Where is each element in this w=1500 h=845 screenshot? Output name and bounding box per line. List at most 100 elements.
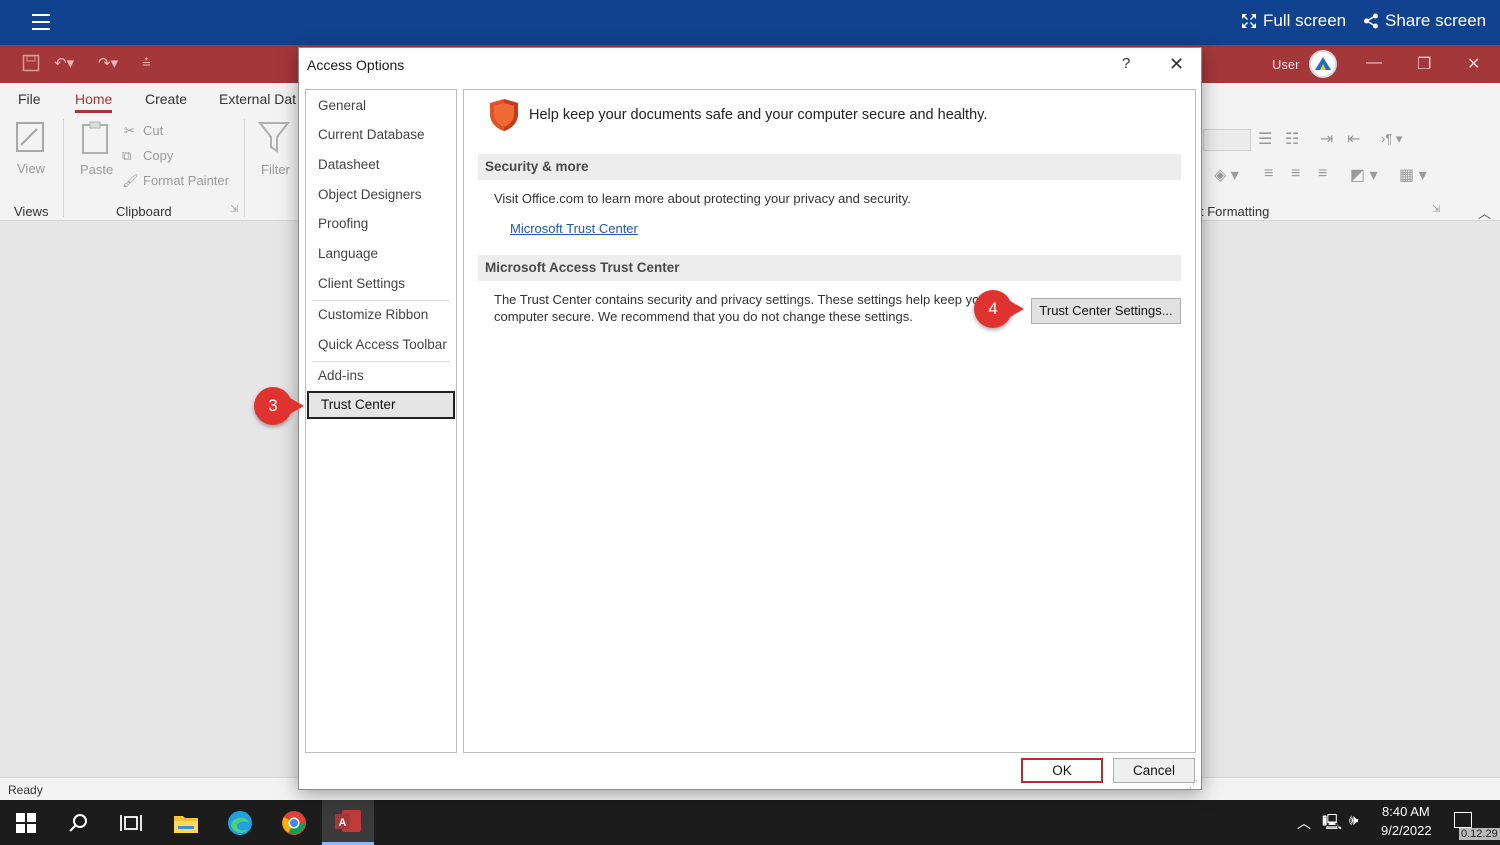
paste-icon bbox=[82, 121, 108, 154]
dialog-title: Access Options bbox=[307, 57, 405, 73]
bullets-icon[interactable]: ☰ bbox=[1258, 129, 1272, 149]
access-options-dialog: Access Options ? ✕ General Current Datab… bbox=[298, 47, 1202, 790]
chrome-icon bbox=[282, 810, 306, 835]
user-name: User bbox=[1272, 57, 1300, 72]
undo-icon[interactable]: ↶▾ bbox=[54, 54, 74, 72]
trust-center-panel: Help keep your documents safe and your c… bbox=[463, 89, 1196, 753]
dialog-launcher-icon[interactable]: ⇲ bbox=[1432, 204, 1440, 215]
edge-button[interactable] bbox=[214, 800, 266, 845]
svg-text:A: A bbox=[339, 817, 347, 829]
paste-label: Paste bbox=[80, 162, 114, 177]
start-button[interactable] bbox=[0, 800, 52, 845]
task-view-button[interactable] bbox=[105, 800, 157, 845]
window-close-icon[interactable]: ✕ bbox=[1467, 54, 1480, 74]
windows-icon bbox=[16, 812, 36, 833]
decrease-indent-icon[interactable]: ⇤ bbox=[1347, 129, 1360, 149]
status-text: Ready bbox=[8, 783, 43, 797]
trust-center-settings-button[interactable]: Trust Center Settings... bbox=[1031, 298, 1181, 324]
fill-color-icon[interactable]: ◈ ▾ bbox=[1214, 165, 1239, 185]
nav-item-object-designers[interactable]: Object Designers bbox=[306, 181, 456, 209]
numbering-icon[interactable]: ☷ bbox=[1285, 129, 1299, 149]
clock-time[interactable]: 8:40 AM bbox=[1382, 804, 1430, 819]
format-painter-label: Format Painter bbox=[143, 173, 229, 188]
view-button[interactable]: View bbox=[15, 121, 49, 185]
filter-icon bbox=[257, 122, 291, 153]
access-icon: A bbox=[335, 810, 361, 832]
file-explorer-button[interactable] bbox=[160, 800, 212, 845]
gridlines-icon[interactable]: ▦ ▾ bbox=[1399, 165, 1427, 185]
help-button[interactable]: ? bbox=[1122, 55, 1130, 72]
security-section-heading: Security & more bbox=[478, 154, 1181, 180]
text-formatting-group-label: t Formatting bbox=[1200, 204, 1270, 219]
shield-icon bbox=[490, 99, 518, 131]
trust-center-section-heading: Microsoft Access Trust Center bbox=[478, 255, 1181, 281]
show-hidden-icons-icon[interactable]: ︿ bbox=[1297, 813, 1311, 833]
font-size-box[interactable] bbox=[1203, 129, 1251, 151]
nav-item-current-database[interactable]: Current Database bbox=[306, 121, 456, 149]
volume-icon[interactable]: 🕪 bbox=[1349, 812, 1358, 829]
folder-icon bbox=[174, 815, 198, 833]
nav-item-language[interactable]: Language bbox=[306, 240, 456, 268]
chrome-button[interactable] bbox=[268, 800, 320, 845]
minimize-icon[interactable]: — bbox=[1366, 54, 1382, 72]
step-4-callout: 4 bbox=[974, 290, 1024, 328]
group-divider bbox=[244, 119, 245, 217]
paste-button[interactable]: Paste bbox=[80, 121, 116, 185]
view-icon bbox=[16, 122, 44, 152]
resize-grip-icon[interactable]: ⋰ bbox=[1189, 779, 1198, 790]
views-group-label: Views bbox=[14, 204, 49, 219]
collapse-ribbon-icon[interactable]: ︿ bbox=[1478, 203, 1491, 222]
full-screen-button[interactable]: Full screen bbox=[1241, 11, 1346, 31]
tab-external-data[interactable]: External Dat bbox=[219, 91, 296, 107]
copy-label: Copy bbox=[143, 148, 174, 163]
full-screen-icon bbox=[1242, 14, 1256, 28]
full-screen-label: Full screen bbox=[1263, 11, 1347, 30]
nav-item-client-settings[interactable]: Client Settings bbox=[306, 270, 456, 298]
nav-item-datasheet[interactable]: Datasheet bbox=[306, 151, 456, 179]
filter-button[interactable]: Filter bbox=[257, 121, 294, 185]
nav-item-trust-center[interactable]: Trust Center bbox=[307, 391, 455, 419]
notifications-icon[interactable] bbox=[1454, 812, 1472, 828]
cut-label: Cut bbox=[143, 123, 164, 138]
search-button[interactable] bbox=[52, 800, 104, 845]
dialog-launcher-icon[interactable]: ⇲ bbox=[230, 204, 238, 215]
microsoft-trust-center-link[interactable]: Microsoft Trust Center bbox=[510, 221, 638, 236]
share-screen-label: Share screen bbox=[1385, 11, 1487, 30]
menu-icon[interactable] bbox=[32, 14, 50, 30]
tab-create[interactable]: Create bbox=[145, 91, 187, 107]
tab-home[interactable]: Home bbox=[75, 91, 113, 113]
view-label: View bbox=[17, 161, 45, 176]
align-left-icon[interactable]: ≡ bbox=[1264, 165, 1273, 183]
ok-button[interactable]: OK bbox=[1021, 758, 1103, 783]
access-taskbar-button[interactable]: A bbox=[322, 800, 374, 845]
network-icon[interactable]: 🖳 bbox=[1322, 812, 1342, 837]
nav-item-add-ins[interactable]: Add-ins bbox=[306, 362, 456, 390]
paragraph-direction-icon[interactable]: ›¶ ▾ bbox=[1381, 131, 1402, 147]
avatar[interactable] bbox=[1309, 50, 1337, 78]
group-divider bbox=[63, 119, 64, 217]
redo-icon[interactable]: ↷▾ bbox=[98, 54, 118, 72]
tab-file[interactable]: File bbox=[18, 91, 41, 107]
corner-badge: 0.12.29 bbox=[1459, 828, 1500, 840]
alternate-row-icon[interactable]: ◩ ▾ bbox=[1350, 165, 1378, 185]
align-right-icon[interactable]: ≡ bbox=[1318, 165, 1327, 183]
increase-indent-icon[interactable]: ⇥ bbox=[1320, 129, 1333, 149]
align-center-icon[interactable]: ≡ bbox=[1291, 165, 1300, 183]
share-screen-button[interactable]: Share screen bbox=[1363, 11, 1486, 31]
filter-label: Filter bbox=[261, 162, 290, 177]
clock-date[interactable]: 9/2/2022 bbox=[1381, 823, 1432, 838]
intro-text: Help keep your documents safe and your c… bbox=[529, 107, 988, 123]
nav-item-proofing[interactable]: Proofing bbox=[306, 210, 456, 238]
restore-icon[interactable]: ❐ bbox=[1417, 54, 1431, 74]
cancel-button[interactable]: Cancel bbox=[1113, 758, 1195, 783]
customize-qat-icon[interactable]: ⩮ bbox=[142, 54, 151, 71]
security-section-text: Visit Office.com to learn more about pro… bbox=[494, 191, 911, 206]
nav-item-quick-access-toolbar[interactable]: Quick Access Toolbar bbox=[306, 331, 456, 359]
cut-icon: ✂ bbox=[124, 123, 135, 138]
viewer-top-bar: Full screen Share screen bbox=[0, 0, 1500, 45]
nav-item-general[interactable]: General bbox=[306, 92, 456, 120]
nav-item-customize-ribbon[interactable]: Customize Ribbon bbox=[306, 301, 456, 329]
close-icon[interactable]: ✕ bbox=[1169, 54, 1184, 75]
options-nav: General Current Database Datasheet Objec… bbox=[305, 89, 457, 753]
save-icon[interactable] bbox=[22, 54, 40, 76]
